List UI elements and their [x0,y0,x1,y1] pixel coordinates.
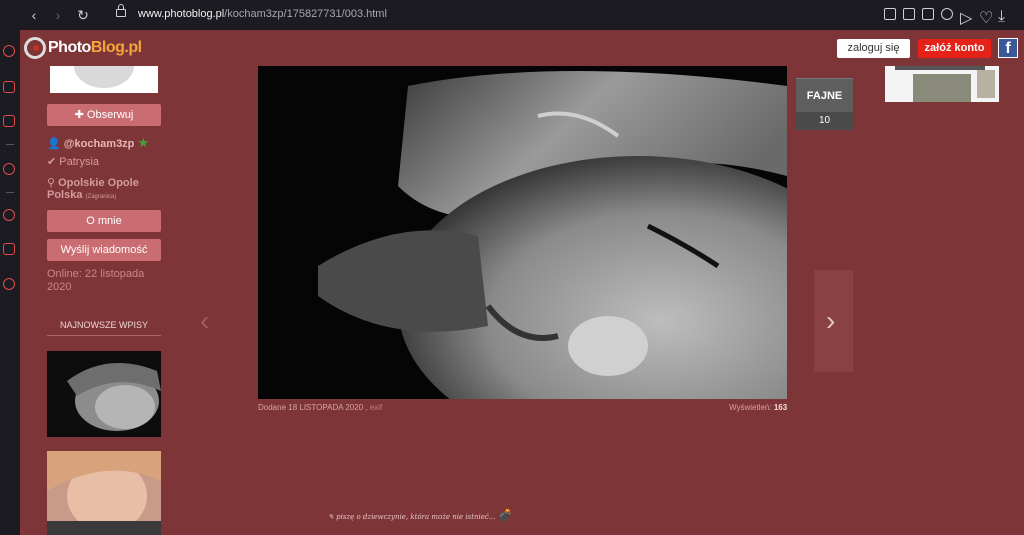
username-row: 👤 @kocham3zp ★ [47,135,149,151]
star-icon: ★ [137,135,150,150]
logo-text: PhotoBlog.pl [48,39,142,56]
post-thumbnail[interactable] [47,451,161,535]
related-image [885,66,999,102]
exif-link[interactable]: exif [370,403,382,412]
download-icon[interactable]: ⤓ [998,8,1010,25]
photo-image [258,66,787,399]
online-status: Online: 22 listopada 2020 [47,268,145,293]
post-date: Dodane 18 LISTOPADA 2020 , exif [258,403,383,412]
back-icon[interactable]: ‹ [26,7,42,23]
about-button[interactable]: O mnie [47,210,161,232]
previous-arrow-icon[interactable]: ‹ [200,306,222,336]
name-row: ✔ Patrysia [47,156,100,168]
reload-icon[interactable]: ↻ [75,7,91,23]
newest-posts-heading: NAJNOWSZE WPISY [47,320,161,336]
player-icon[interactable] [3,163,15,175]
username-link[interactable]: @kocham3zp [64,138,135,150]
block-icon[interactable] [941,8,953,20]
photoblog-logo[interactable]: PhotoBlog.pl [24,36,142,60]
send-icon[interactable]: ▷ [960,8,972,27]
avatar[interactable] [50,66,158,93]
signup-button[interactable]: załóż konto [918,39,991,58]
settings-icon[interactable] [3,278,15,290]
speed-dial-icon[interactable] [3,45,15,57]
camera-icon[interactable] [922,8,934,20]
bomb-icon: 💣 [497,508,513,522]
plus-icon: ✚ [74,109,87,121]
lock-icon [116,4,126,17]
main-photo[interactable] [258,66,787,399]
like-button[interactable]: FAJNE [796,78,853,113]
login-button[interactable]: zaloguj się [837,39,910,58]
check-icon: ✔ [47,156,60,168]
location-row: ⚲ Opolskie Opole Polska (Zagranica) [47,177,139,201]
send-message-button[interactable]: Wyślij wiadomość [47,239,161,261]
browser-sidebar [0,30,20,535]
forward-icon[interactable]: › [50,7,66,23]
post-description: ✎ piszę o dziewczynie, która może nie is… [328,508,513,522]
browser-toolbar: ‹ › ↻ www.photoblog.pl/kocham3zp/1758277… [0,0,1024,30]
reader-icon[interactable] [884,8,896,20]
twitch-icon[interactable] [3,115,15,127]
edit-icon[interactable] [903,8,915,20]
pen-icon: ✎ [328,513,337,521]
heart-icon[interactable]: ♡ [979,8,993,27]
history-icon[interactable] [3,209,15,221]
facebook-icon[interactable]: f [998,38,1018,58]
follow-button[interactable]: ✚ Obserwuj [47,104,161,126]
address-bar[interactable]: www.photoblog.pl/kocham3zp/175827731/003… [138,8,387,20]
shopping-icon[interactable] [3,81,15,93]
thumbnail-image [47,451,161,535]
related-thumbnail[interactable] [885,66,999,102]
thumbnail-image [47,351,161,437]
like-count: 10 [796,112,853,130]
logo-icon [24,37,46,59]
post-thumbnail[interactable] [47,351,161,437]
next-arrow-icon[interactable]: › [826,306,846,336]
views-count: Wyświetleń: 163 [729,403,788,412]
map-pin-icon: ⚲ [47,177,59,189]
box-icon[interactable] [3,243,15,255]
user-icon: 👤 [47,138,64,150]
